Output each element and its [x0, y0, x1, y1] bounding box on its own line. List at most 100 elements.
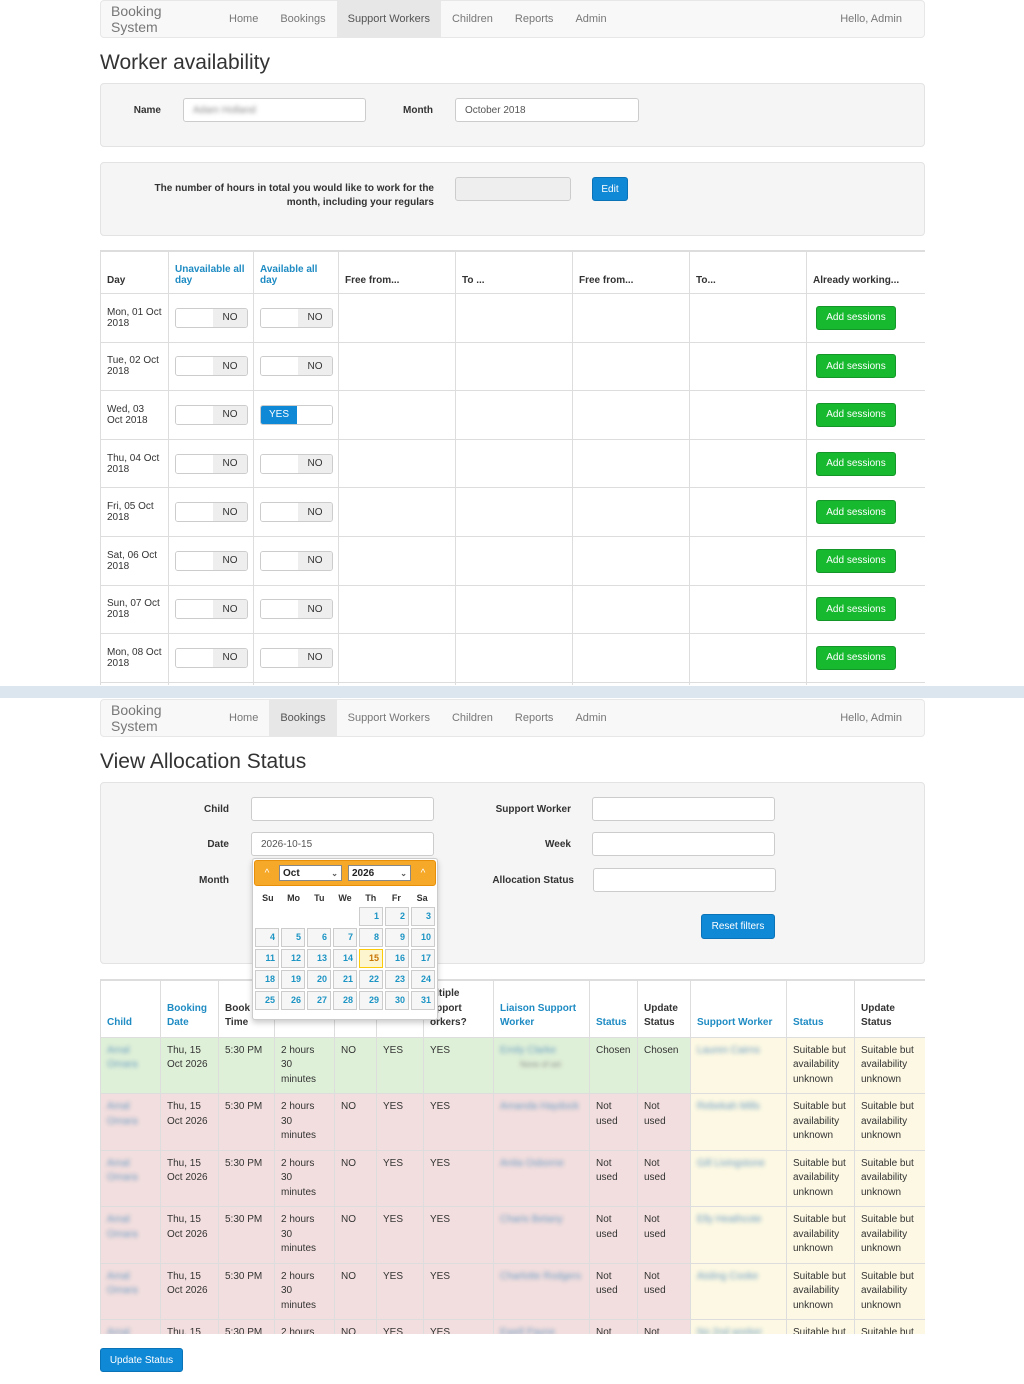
calendar-day[interactable]: 6	[307, 928, 331, 947]
nav-support-workers[interactable]: Support Workers	[337, 700, 441, 736]
month-select[interactable]: Oct ⌄	[279, 865, 342, 881]
brand-link[interactable]: Booking System	[101, 1, 218, 37]
nav-bookings[interactable]: Bookings	[269, 1, 336, 37]
calendar-day[interactable]: 7	[333, 928, 357, 947]
calendar-day[interactable]: 29	[359, 991, 383, 1010]
support-worker-link[interactable]: Rebekah Mills	[697, 1101, 760, 1112]
calendar-day[interactable]: 26	[281, 991, 305, 1010]
reset-filters-button[interactable]: Reset filters	[701, 914, 775, 939]
nav-reports[interactable]: Reports	[504, 700, 565, 736]
date-input[interactable]: 2026-10-15	[251, 832, 434, 856]
prev-month-icon[interactable]: ^	[261, 868, 273, 879]
calendar-day[interactable]: 14	[333, 949, 357, 968]
calendar-day[interactable]: 21	[333, 970, 357, 989]
unavailable-toggle[interactable]: NO	[175, 356, 248, 377]
month-input[interactable]: October 2018	[455, 98, 639, 122]
liaison-update-cell[interactable]: Not used	[637, 1149, 691, 1207]
calendar-day[interactable]: 28	[333, 991, 357, 1010]
support-worker-link[interactable]: No 2nd worker	[697, 1327, 762, 1334]
calendar-day[interactable]: 5	[281, 928, 305, 947]
time-cell[interactable]	[572, 633, 690, 683]
unavailable-toggle[interactable]: NO	[175, 307, 248, 328]
header-unavailable[interactable]: Unavailable all day	[168, 251, 254, 294]
time-cell[interactable]	[455, 438, 573, 489]
time-cell[interactable]	[572, 390, 690, 440]
support-worker-input[interactable]	[592, 797, 775, 821]
liaison-update-cell[interactable]: Not used	[637, 1206, 691, 1264]
nav-children[interactable]: Children	[441, 1, 504, 37]
time-cell[interactable]	[338, 584, 456, 635]
calendar-day[interactable]: 31	[411, 991, 435, 1010]
time-cell[interactable]	[572, 487, 690, 537]
time-cell[interactable]	[455, 390, 573, 440]
worker-update-cell[interactable]: Suitable but availability unknown	[854, 1319, 925, 1334]
child-name-link[interactable]: Amal Omara	[107, 1214, 138, 1240]
support-worker-link[interactable]: Aisling Cooke	[697, 1271, 758, 1282]
liaison-worker-link[interactable]: Charlotte Rodgers	[500, 1271, 581, 1282]
liaison-worker-link[interactable]: Amanda Haydock	[500, 1101, 579, 1112]
calendar-day[interactable]: 20	[307, 970, 331, 989]
liaison-worker-link[interactable]: Anita Osborne	[500, 1158, 564, 1169]
time-cell[interactable]	[572, 293, 690, 343]
nav-admin[interactable]: Admin	[564, 700, 617, 736]
time-cell[interactable]	[455, 535, 573, 586]
add-sessions-button[interactable]: Add sessions	[816, 500, 896, 525]
edit-hours-button[interactable]: Edit	[592, 177, 628, 201]
calendar-day[interactable]: 13	[307, 949, 331, 968]
calendar-day[interactable]: 3	[411, 907, 435, 926]
add-sessions-button[interactable]: Add sessions	[816, 451, 896, 476]
calendar-day[interactable]: 23	[385, 970, 409, 989]
time-cell[interactable]	[455, 633, 573, 683]
time-cell[interactable]	[338, 535, 456, 586]
update-status-button[interactable]: Update Status	[100, 1348, 183, 1372]
worker-update-cell[interactable]: Suitable but availability unknown	[854, 1036, 925, 1094]
child-name-link[interactable]: Amal Omara	[107, 1101, 138, 1127]
calendar-day[interactable]: 10	[411, 928, 435, 947]
calendar-day[interactable]: 2	[385, 907, 409, 926]
worker-update-cell[interactable]: Suitable but availability unknown	[854, 1262, 925, 1320]
time-cell[interactable]	[689, 584, 807, 635]
nav-home[interactable]: Home	[218, 700, 269, 736]
time-cell[interactable]	[689, 633, 807, 683]
calendar-day[interactable]: 24	[411, 970, 435, 989]
liaison-worker-link[interactable]: Charis Betany	[500, 1214, 563, 1225]
available-toggle[interactable]: NO	[260, 599, 333, 620]
support-worker-link[interactable]: Elly Heathcote	[697, 1214, 761, 1225]
available-toggle[interactable]: NO	[260, 453, 333, 474]
liaison-update-cell[interactable]: Not used	[637, 1262, 691, 1320]
unavailable-toggle[interactable]: NO	[175, 502, 248, 523]
next-month-icon[interactable]: ^	[417, 868, 429, 879]
available-toggle[interactable]: NO	[260, 647, 333, 668]
time-cell[interactable]	[338, 293, 456, 343]
nav-bookings[interactable]: Bookings	[269, 700, 337, 736]
calendar-day[interactable]: 11	[255, 949, 279, 968]
child-name-link[interactable]: Amal Omara	[107, 1271, 138, 1297]
worker-update-cell[interactable]: Suitable but availability unknown	[854, 1149, 925, 1207]
unavailable-toggle[interactable]: NO	[175, 404, 248, 425]
time-cell[interactable]	[338, 390, 456, 440]
support-worker-link[interactable]: Lauren Cairns	[697, 1045, 760, 1056]
time-cell[interactable]	[455, 584, 573, 635]
available-toggle[interactable]: NO	[260, 502, 333, 523]
liaison-update-cell[interactable]: Not used	[637, 1319, 691, 1334]
time-cell[interactable]	[338, 438, 456, 489]
calendar-day[interactable]: 12	[281, 949, 305, 968]
add-sessions-button[interactable]: Add sessions	[816, 548, 896, 573]
nav-home[interactable]: Home	[218, 1, 269, 37]
unavailable-toggle[interactable]: NO	[175, 647, 248, 668]
user-greeting[interactable]: Hello, Admin	[840, 700, 924, 736]
calendar-day[interactable]: 27	[307, 991, 331, 1010]
available-toggle[interactable]: YES	[260, 404, 333, 425]
hours-input[interactable]	[455, 177, 571, 201]
user-greeting[interactable]: Hello, Admin	[840, 1, 924, 37]
add-sessions-button[interactable]: Add sessions	[816, 354, 896, 379]
calendar-day[interactable]: 25	[255, 991, 279, 1010]
header-booking-date[interactable]: Booking Date	[160, 980, 219, 1038]
header-child[interactable]: Child	[100, 980, 161, 1038]
time-cell[interactable]	[572, 535, 690, 586]
child-name-link[interactable]: Amal Omara	[107, 1158, 138, 1184]
nav-children[interactable]: Children	[441, 700, 504, 736]
year-select[interactable]: 2026 ⌄	[348, 865, 411, 881]
time-cell[interactable]	[455, 293, 573, 343]
calendar-day[interactable]: 22	[359, 970, 383, 989]
